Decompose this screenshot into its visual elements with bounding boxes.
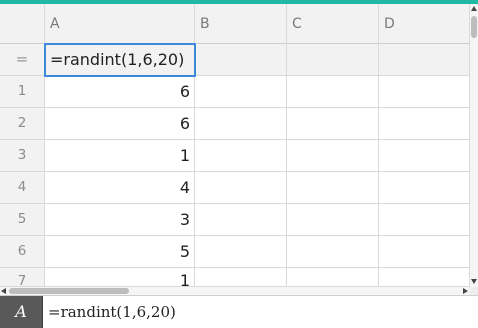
scroll-left-arrow-icon[interactable] [1, 288, 6, 294]
row-number[interactable]: 3 [0, 140, 45, 172]
cell-a3[interactable]: 1 [45, 140, 195, 172]
column-header-row: A B C D [0, 4, 470, 44]
row-number-label: 7 [17, 273, 27, 287]
formula-row: = =randint(1,6,20) [0, 44, 470, 76]
cell-d2[interactable] [379, 108, 470, 140]
spreadsheet-grid: A B C D = =randint(1,6,20) 1 6 2 6 3 1 4… [0, 4, 470, 287]
vertical-scroll-thumb[interactable] [471, 16, 477, 38]
cell-d1[interactable] [379, 76, 470, 108]
cell-value: 1 [179, 271, 190, 287]
table-row: 2 6 [0, 108, 470, 140]
cell-d5[interactable] [379, 204, 470, 236]
cell-b6[interactable] [195, 236, 287, 268]
cell-value: 6 [179, 114, 190, 133]
cell-a5[interactable]: 3 [45, 204, 195, 236]
cell-value: 6 [179, 82, 190, 101]
table-row: 7 1 [0, 268, 470, 287]
spreadsheet-app: A B C D = =randint(1,6,20) 1 6 2 6 3 1 4… [0, 0, 478, 328]
row-number-label: 1 [17, 83, 27, 99]
cell-value: 1 [179, 146, 190, 165]
cell-a7[interactable]: 1 [45, 268, 195, 287]
formula-cell-d[interactable] [379, 44, 470, 76]
cell-value: 5 [179, 242, 190, 261]
cell-a4[interactable]: 4 [45, 172, 195, 204]
horizontal-scrollbar[interactable] [0, 287, 470, 295]
cell-value: 3 [179, 210, 190, 229]
cell-d3[interactable] [379, 140, 470, 172]
cell-c4[interactable] [287, 172, 379, 204]
cell-d7[interactable] [379, 268, 470, 287]
formula-cell-b[interactable] [195, 44, 287, 76]
vertical-scrollbar[interactable] [470, 4, 478, 287]
column-letter: C [292, 16, 302, 32]
scrollbar-corner [470, 287, 478, 295]
row-number[interactable]: 2 [0, 108, 45, 140]
cell-a1[interactable]: 6 [45, 76, 195, 108]
cell-d6[interactable] [379, 236, 470, 268]
cell-b7[interactable] [195, 268, 287, 287]
scroll-right-arrow-icon[interactable] [463, 288, 468, 294]
cell-b2[interactable] [195, 108, 287, 140]
cell-d4[interactable] [379, 172, 470, 204]
horizontal-scroll-thumb[interactable] [9, 288, 129, 294]
formula-text: =randint(1,6,20) [50, 50, 185, 69]
cell-c1[interactable] [287, 76, 379, 108]
table-row: 1 6 [0, 76, 470, 108]
row-number-label: 3 [17, 147, 27, 163]
cell-value: 4 [179, 178, 190, 197]
entry-line[interactable]: A =randint(1,6,20) [0, 295, 478, 328]
cell-b3[interactable] [195, 140, 287, 172]
cell-c2[interactable] [287, 108, 379, 140]
entry-line-input[interactable]: =randint(1,6,20) [48, 296, 176, 328]
cell-reference: A [15, 302, 27, 321]
row-number-label: 2 [17, 115, 27, 131]
scroll-down-arrow-icon[interactable] [471, 279, 477, 284]
column-letter: B [200, 16, 210, 32]
table-row: 4 4 [0, 172, 470, 204]
table-row: 3 1 [0, 140, 470, 172]
scroll-up-arrow-icon[interactable] [471, 6, 477, 11]
corner-cell[interactable] [0, 4, 45, 44]
formula-cell-c[interactable] [287, 44, 379, 76]
row-number-label: 4 [17, 179, 27, 195]
column-header-a[interactable]: A [45, 4, 195, 44]
row-number[interactable]: 6 [0, 236, 45, 268]
formula-cell-a[interactable]: =randint(1,6,20) [45, 44, 195, 76]
column-letter: A [50, 16, 60, 32]
column-letter: D [384, 16, 395, 32]
row-number[interactable]: 7 [0, 268, 45, 287]
column-header-d[interactable]: D [379, 4, 470, 44]
cell-c5[interactable] [287, 204, 379, 236]
row-number[interactable]: 4 [0, 172, 45, 204]
table-row: 6 5 [0, 236, 470, 268]
cell-b4[interactable] [195, 172, 287, 204]
cell-b5[interactable] [195, 204, 287, 236]
table-row: 5 3 [0, 204, 470, 236]
cell-c6[interactable] [287, 236, 379, 268]
row-number-label: 5 [17, 211, 27, 227]
cell-b1[interactable] [195, 76, 287, 108]
row-number[interactable]: 5 [0, 204, 45, 236]
cell-a6[interactable]: 5 [45, 236, 195, 268]
row-number-label: 6 [17, 243, 27, 259]
cell-c3[interactable] [287, 140, 379, 172]
column-header-c[interactable]: C [287, 4, 379, 44]
cell-c7[interactable] [287, 268, 379, 287]
equals-sign: = [15, 50, 29, 68]
row-number[interactable]: 1 [0, 76, 45, 108]
cell-reference-box: A [0, 296, 43, 328]
formula-row-label: = [0, 44, 45, 76]
cell-a2[interactable]: 6 [45, 108, 195, 140]
column-header-b[interactable]: B [195, 4, 287, 44]
